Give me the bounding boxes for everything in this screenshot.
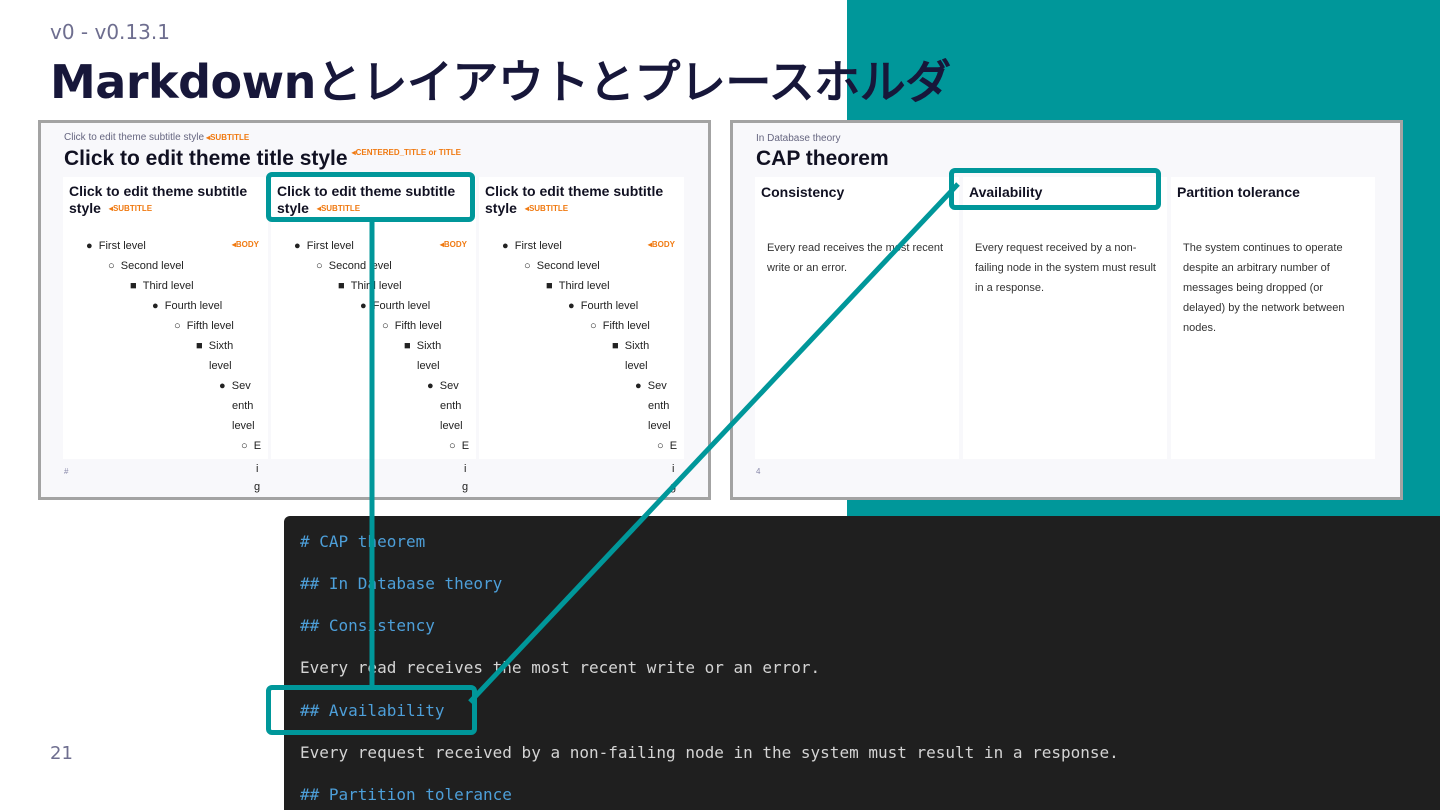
- list-level-7-wrap: enth: [648, 400, 670, 412]
- list-level-3: ■ Third level: [546, 280, 610, 292]
- cap-column-partition-tolerance: Partition tolerance The system continues…: [1171, 177, 1375, 459]
- list-level-7: ● Sev: [219, 380, 251, 392]
- list-level-7-wrap: level: [440, 420, 463, 432]
- list-level-4: ● Fourth level: [360, 300, 431, 312]
- placeholder-column: Click to edit theme subtitle style ◂SUBTI…: [479, 177, 684, 459]
- list-level-6: ■ Sixth: [612, 340, 650, 352]
- list-overflow-char: i: [464, 463, 467, 475]
- body-tag: ◂BODY: [647, 240, 675, 249]
- list-level-1: ● First level: [294, 240, 354, 252]
- page-number: 21: [50, 743, 73, 764]
- list-level-7: ● Sev: [635, 380, 667, 392]
- highlight-box-placeholder: [266, 172, 475, 222]
- thumb-title: CAP theorem: [756, 147, 889, 170]
- list-level-6-wrap: level: [625, 360, 648, 372]
- column-tag: ◂SUBTITLE: [108, 204, 153, 213]
- list-overflow-char: g: [462, 481, 469, 493]
- list-level-2: ○ Second level: [108, 260, 184, 272]
- column-body: The system continues to operate despite …: [1183, 242, 1345, 334]
- thumb-title: Click to edit theme title style ◂CENTERED…: [64, 147, 461, 170]
- code-line: ## Consistency: [300, 616, 435, 635]
- column-heading: Click to edit theme subtitle style ◂SUBTI…: [485, 183, 664, 216]
- placeholder-column: Click to edit theme subtitle style ◂SUBTI…: [63, 177, 268, 459]
- code-line: Every request received by a non-failing …: [300, 743, 1119, 762]
- subtitle-tag: ◂SUBTITLE: [206, 133, 250, 142]
- list-level-6-wrap: level: [417, 360, 440, 372]
- list-level-3: ■ Third level: [130, 280, 194, 292]
- list-level-8: ○ E: [449, 440, 470, 452]
- column-heading: Click to edit theme subtitle style ◂SUBTI…: [69, 183, 248, 216]
- list-level-8: ○ E: [241, 440, 262, 452]
- title-tag: ◂CENTERED_TITLE or TITLE: [351, 148, 461, 157]
- body-tag: ◂BODY: [439, 240, 467, 249]
- list-level-3: ■ Third level: [338, 280, 402, 292]
- list-level-6: ■ Sixth: [404, 340, 442, 352]
- list-level-7-wrap: level: [232, 420, 255, 432]
- list-overflow-char: i: [256, 463, 259, 475]
- column-body: Every request received by a non-failing …: [975, 242, 1156, 294]
- list-level-8: ○ E: [657, 440, 678, 452]
- list-level-5: ○ Fifth level: [174, 320, 234, 332]
- list-level-1: ● First level: [86, 240, 146, 252]
- slide-title: Markdownとレイアウトとプレースホルダ: [50, 55, 951, 109]
- list-overflow-char: g: [254, 481, 261, 493]
- column-heading: Partition tolerance: [1177, 184, 1300, 200]
- version-label: v0 - v0.13.1: [50, 20, 170, 44]
- code-line: Every read receives the most recent writ…: [300, 658, 821, 677]
- list-level-5: ○ Fifth level: [382, 320, 442, 332]
- list-level-4: ● Fourth level: [152, 300, 223, 312]
- list-level-7: ● Sev: [427, 380, 459, 392]
- thumb-page-number: #: [64, 467, 69, 476]
- thumb-page-number: 4: [756, 467, 761, 476]
- code-line: ## In Database theory: [300, 574, 503, 593]
- list-overflow-char: g: [670, 481, 677, 493]
- code-line: ## Partition tolerance: [300, 785, 512, 804]
- highlight-box-markdown: [266, 685, 477, 735]
- list-level-2: ○ Second level: [524, 260, 600, 272]
- list-level-2: ○ Second level: [316, 260, 392, 272]
- highlight-box-rendered: [949, 168, 1161, 210]
- cap-column-availability: Availability Every request received by a…: [963, 177, 1167, 459]
- list-overflow-char: i: [672, 463, 675, 475]
- list-level-4: ● Fourth level: [568, 300, 639, 312]
- column-body: Every read receives the most recent writ…: [767, 242, 944, 274]
- list-level-7-wrap: level: [648, 420, 671, 432]
- thumb-subtitle: Click to edit theme subtitle style ◂SUBTI…: [64, 132, 250, 143]
- list-level-6: ■ Sixth: [196, 340, 234, 352]
- list-level-6-wrap: level: [209, 360, 232, 372]
- code-line: # CAP theorem: [300, 532, 426, 551]
- cap-column-consistency: Consistency Every read receives the most…: [755, 177, 959, 459]
- list-level-7-wrap: enth: [232, 400, 254, 412]
- column-heading: Consistency: [761, 184, 845, 200]
- list-level-1: ● First level: [502, 240, 562, 252]
- body-tag: ◂BODY: [231, 240, 259, 249]
- list-level-5: ○ Fifth level: [590, 320, 650, 332]
- column-tag: ◂SUBTITLE: [524, 204, 569, 213]
- thumb-subtitle: In Database theory: [756, 133, 841, 144]
- list-level-7-wrap: enth: [440, 400, 462, 412]
- markdown-code-panel: # CAP theorem ## In Database theory ## C…: [284, 516, 1440, 810]
